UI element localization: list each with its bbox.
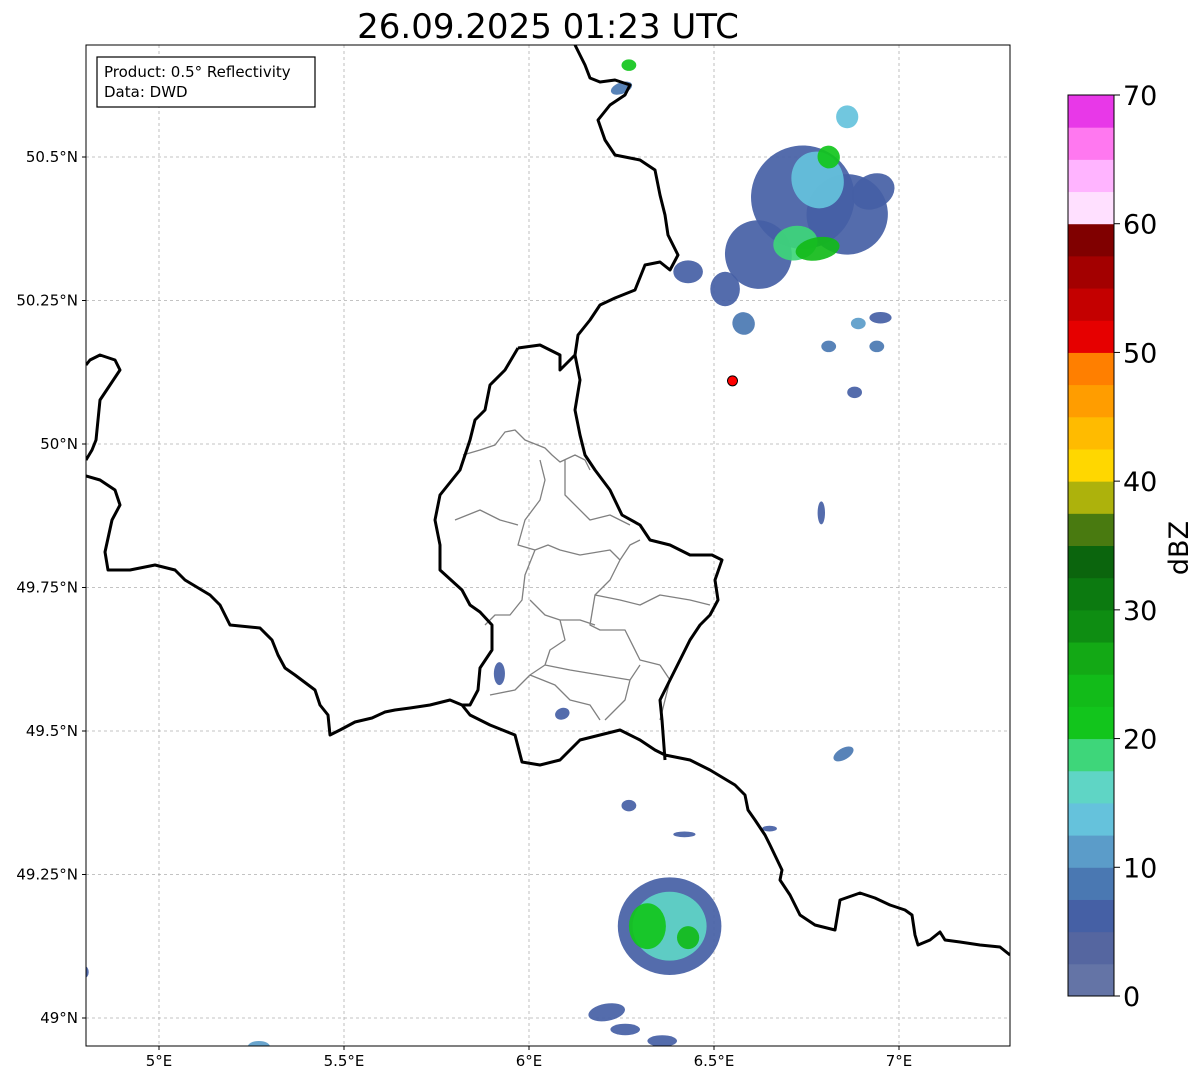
colorbar-swatch [1068, 320, 1114, 353]
lat-tick-label: 49.5°N [26, 722, 78, 740]
colorbar-swatch [1068, 95, 1114, 128]
colorbar-swatch [1068, 223, 1114, 257]
colorbar-swatch [1068, 835, 1114, 868]
lat-tick-label: 49.25°N [16, 866, 78, 884]
colorbar-tick-label: 50 [1123, 338, 1157, 369]
colorbar-swatch [1068, 159, 1114, 193]
colorbar-swatch [1068, 931, 1114, 965]
radar-echo-cell [710, 271, 740, 307]
colorbar-tick-label: 40 [1123, 467, 1157, 498]
latitude-tick-labels: 49°N 49.25°N 49.5°N 49.75°N 50°N 50.25°N 50.5°… [16, 148, 86, 1027]
map-title: 26.09.2025 01:23 UTC [357, 7, 739, 47]
colorbar-tick-label: 20 [1123, 725, 1157, 756]
lon-tick-label: 6.5°E [694, 1052, 735, 1070]
colorbar: 0 10 20 30 40 50 60 70 dBZ [1067, 81, 1195, 1013]
lat-tick-label: 50.5°N [26, 148, 78, 166]
radar-echo-cell [493, 662, 505, 686]
colorbar-label: dBZ [1164, 521, 1195, 575]
lon-tick-label: 7°E [886, 1052, 913, 1070]
radar-echo-cell [817, 501, 825, 525]
colorbar-swatch [1068, 963, 1114, 997]
info-data-source-label: Data: DWD [104, 83, 188, 101]
radar-site-marker [727, 375, 738, 387]
lon-tick-label: 6°E [516, 1052, 543, 1070]
radar-echo-cell [647, 1035, 677, 1046]
lon-tick-label: 5°E [146, 1052, 173, 1070]
radar-echo-cell [847, 386, 862, 399]
colorbar-tick-label: 60 [1123, 210, 1157, 241]
lat-tick-label: 50.25°N [16, 292, 78, 310]
colorbar-swatch [1068, 738, 1114, 772]
radar-echo-cell [86, 966, 89, 978]
radar-echo-cell [621, 59, 637, 71]
radar-echo-cell [628, 903, 666, 950]
radar-echo-cell [836, 105, 859, 129]
radar-echo-cell [621, 799, 637, 812]
colorbar-swatch [1068, 127, 1114, 160]
colorbar-swatch [1068, 448, 1114, 482]
colorbar-swatch [1068, 513, 1114, 546]
colorbar-tick-label: 10 [1123, 853, 1157, 884]
radar-echo-cell [247, 1040, 270, 1046]
lon-tick-label: 5.5°E [324, 1052, 365, 1070]
colorbar-tick-label: 0 [1123, 982, 1140, 1013]
radar-echo-cell [677, 926, 700, 950]
info-box: Product: 0.5° Reflectivity Data: DWD [96, 56, 316, 108]
colorbar-swatch [1068, 674, 1114, 707]
colorbar-swatches [1068, 95, 1114, 997]
colorbar-tick-label: 30 [1123, 596, 1157, 627]
colorbar-ticks: 0 10 20 30 40 50 60 70 [1114, 81, 1157, 1013]
colorbar-swatch [1068, 706, 1114, 740]
colorbar-swatch [1068, 481, 1114, 514]
radar-echo-cell [821, 340, 837, 353]
colorbar-swatch [1068, 609, 1114, 643]
radar-echo-cell [869, 340, 885, 353]
lat-tick-label: 49.75°N [16, 579, 78, 597]
colorbar-swatch [1068, 352, 1114, 386]
radar-echo-cell [610, 1023, 640, 1036]
colorbar-swatch [1068, 867, 1114, 900]
lat-tick-label: 49°N [40, 1009, 78, 1027]
colorbar-swatch [1068, 899, 1114, 933]
lat-tick-label: 50°N [40, 435, 78, 453]
radar-map-figure: 26.09.2025 01:23 UTC Product: 0.5° Refle… [16, 7, 1195, 1070]
colorbar-swatch [1068, 416, 1114, 450]
colorbar-swatch [1068, 770, 1114, 804]
colorbar-tick-label: 70 [1123, 81, 1157, 112]
colorbar-swatch [1068, 191, 1114, 225]
colorbar-swatch [1068, 545, 1114, 579]
radar-echo-cell [762, 825, 777, 832]
colorbar-swatch [1068, 384, 1114, 418]
colorbar-swatch [1068, 802, 1114, 836]
colorbar-swatch [1068, 255, 1114, 289]
radar-echo-cell [673, 831, 696, 838]
info-product-label: Product: 0.5° Reflectivity [104, 63, 291, 81]
longitude-tick-labels: 5°E 5.5°E 6°E 6.5°E 7°E [146, 1046, 913, 1070]
radar-echo-cell [869, 311, 892, 324]
radar-echo-cell [850, 317, 866, 330]
colorbar-swatch [1068, 288, 1114, 321]
colorbar-swatch [1068, 577, 1114, 611]
radar-echo-cell [673, 260, 703, 284]
map-panel: Product: 0.5° Reflectivity Data: DWD [85, 44, 1011, 1047]
colorbar-swatch [1068, 642, 1114, 675]
